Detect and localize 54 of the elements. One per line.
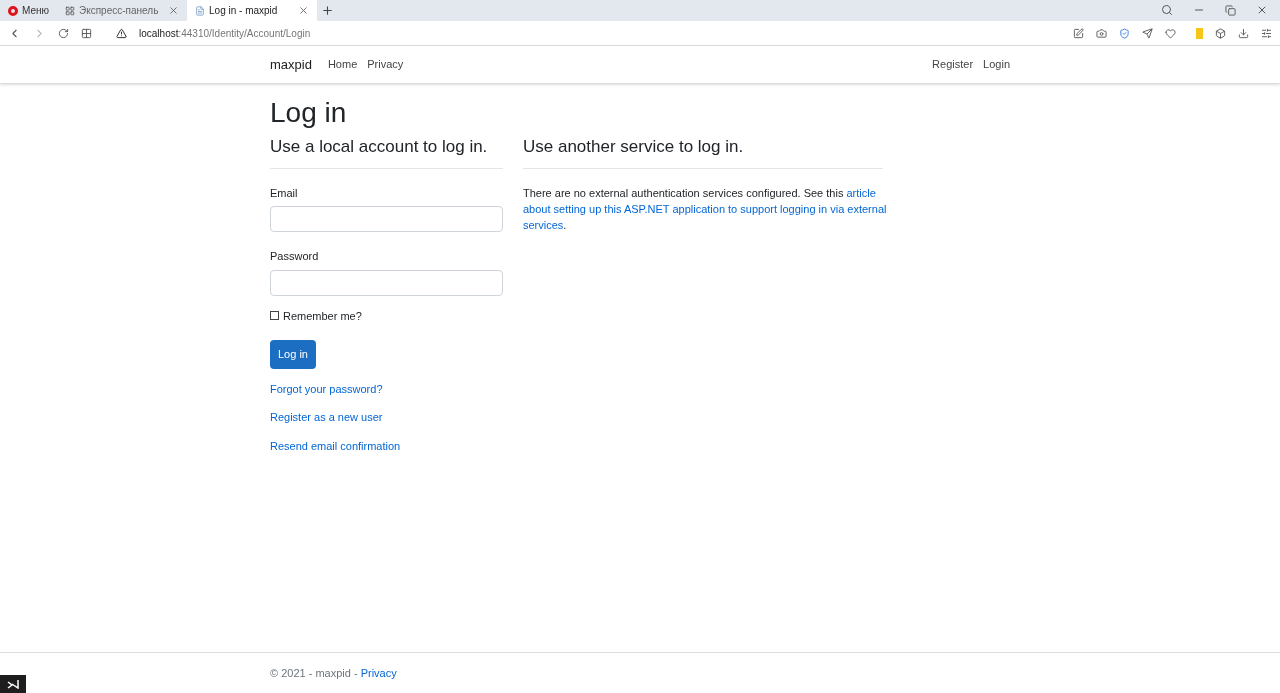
account-link[interactable]: Resend email confirmation (270, 437, 503, 454)
new-tab-icon[interactable] (321, 4, 335, 17)
nav-link[interactable]: Login (983, 56, 1010, 73)
grid-icon (65, 5, 76, 16)
url-host: localhost (139, 26, 179, 41)
privacy-link[interactable]: Privacy (360, 666, 397, 679)
tab-title: Экспресс-панель (79, 4, 160, 18)
close-icon[interactable] (168, 5, 180, 16)
settings-icon[interactable] (1261, 27, 1272, 39)
nav-link[interactable]: Privacy (367, 56, 404, 73)
brand-link[interactable]: maxpid (270, 54, 312, 75)
page-icon (195, 5, 206, 16)
login-button[interactable]: Log in (270, 340, 316, 369)
section-heading: Use a local account to log in. (270, 134, 503, 169)
info-text: There are no external authentication services configured. See this (523, 185, 845, 201)
close-icon[interactable] (1256, 4, 1268, 16)
field-label: Email (270, 185, 299, 201)
nav-link[interactable]: Register (932, 56, 974, 73)
account-link[interactable]: Register as a new user (270, 409, 503, 426)
url-field[interactable]: localhost:44310/Identity/Account/Login (139, 25, 311, 41)
camera-icon[interactable] (1096, 27, 1107, 39)
browser-logo-icon (8, 5, 18, 16)
footer-text: © 2021 - maxpid - (270, 666, 359, 679)
shield-icon[interactable] (1119, 27, 1130, 39)
download-icon[interactable] (1238, 27, 1249, 39)
edit-icon[interactable] (1073, 27, 1084, 39)
cube-icon[interactable] (1215, 27, 1226, 39)
browser-tab[interactable]: Экспресс-панель (57, 0, 188, 21)
remember-checkbox[interactable] (270, 311, 279, 321)
email-field[interactable] (270, 206, 503, 232)
send-icon[interactable] (1142, 27, 1153, 39)
search-icon[interactable] (1161, 4, 1173, 16)
heart-icon[interactable] (1165, 27, 1176, 39)
checkbox-label: Remember me? (283, 308, 362, 324)
url-path: :44310/Identity/Account/Login (178, 26, 311, 41)
article-link[interactable]: article (846, 184, 876, 201)
warning-icon (116, 27, 127, 39)
page-title: Log in (270, 96, 348, 130)
tab-title: Log in - maxpid (209, 4, 279, 18)
grid-icon[interactable] (81, 27, 92, 39)
close-icon[interactable] (298, 5, 310, 16)
password-field[interactable] (270, 269, 503, 296)
menu-button[interactable]: Меню (0, 0, 58, 21)
nav-link[interactable]: Home (327, 56, 358, 73)
section-heading: Use another service to log in. (523, 134, 883, 169)
code-editor-icon (7, 679, 19, 689)
info-text: . (563, 217, 567, 233)
browser-tab[interactable]: Log in - maxpid (187, 0, 318, 21)
restore-icon[interactable] (1225, 5, 1236, 16)
account-link[interactable]: Forgot your password? (270, 380, 503, 397)
field-label: Password (270, 249, 320, 264)
reload-icon[interactable] (58, 27, 69, 39)
taskbar-app-icon[interactable] (0, 675, 26, 693)
article-link[interactable]: about setting up this ASP.NET application to support logging in via external (523, 200, 887, 217)
